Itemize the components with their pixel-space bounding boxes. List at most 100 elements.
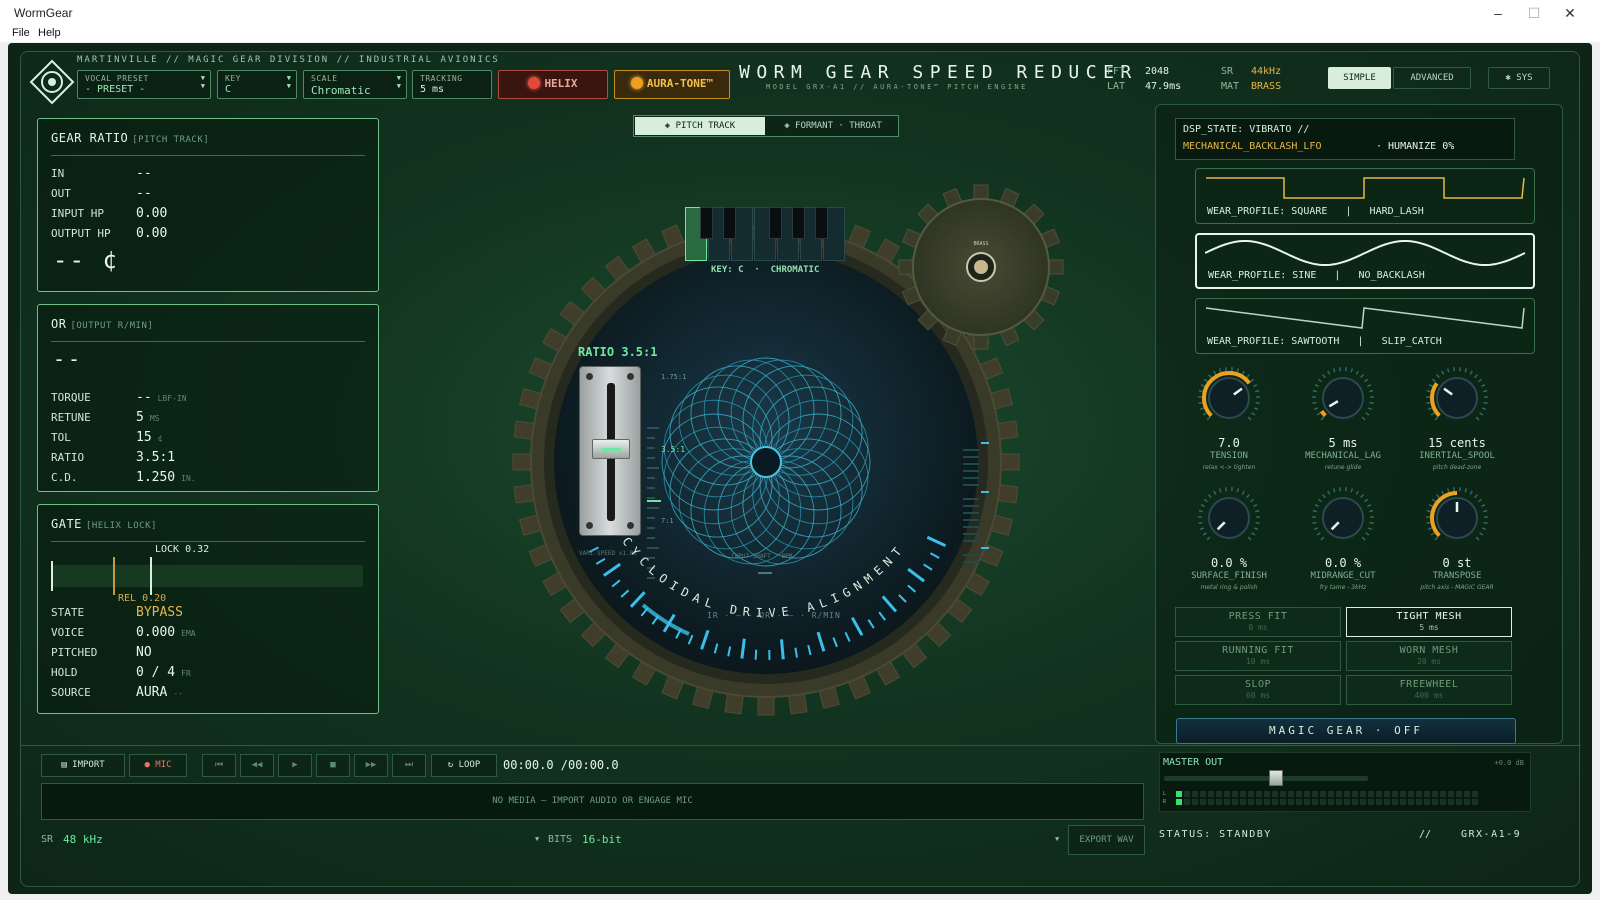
knob-tick (1255, 509, 1260, 513)
knob-tick (1483, 509, 1488, 513)
auratone-button[interactable]: AURA-TONE™ (614, 70, 730, 99)
helix-button[interactable]: HELIX (498, 70, 608, 99)
bits-select[interactable]: 16-bit (582, 833, 622, 846)
meter-segment (1464, 799, 1470, 805)
meter-segment (1304, 799, 1310, 805)
knob-tick (1469, 370, 1473, 375)
media-drop-area[interactable]: NO MEDIA — IMPORT AUDIO OR ENGAGE MIC (41, 783, 1144, 820)
magic-gear-button[interactable]: MAGIC GEAR · OFF (1176, 718, 1516, 744)
knob-surface-finish[interactable] (1194, 483, 1264, 553)
meter-segment (1344, 799, 1350, 805)
knob-tick (1427, 407, 1433, 411)
meter-segment (1272, 791, 1278, 797)
chevron-down-icon[interactable]: ▼ (535, 835, 539, 843)
or-big-readout: -- (53, 347, 84, 371)
play-button[interactable]: ▶ (278, 754, 312, 777)
gate-lock-marker[interactable] (150, 557, 152, 595)
key-select[interactable]: KEY C ▼ ▼ (217, 70, 297, 99)
knob-tick (1314, 504, 1319, 508)
tracking-value: 5 ms (420, 84, 445, 95)
knob-tick (1206, 536, 1211, 541)
knob-tick (1236, 488, 1240, 493)
vocal-preset-select[interactable]: VOCAL PRESET - PRESET - ▼ ▼ (77, 70, 211, 99)
meter-segment (1216, 791, 1222, 797)
knob-tick (1200, 384, 1205, 388)
rewind-button[interactable]: ◀◀ (240, 754, 274, 777)
gate-meter[interactable] (51, 557, 363, 595)
wear-profile-sawtooth[interactable]: WEAR_PROFILE: SAWTOOTH | SLIP_CATCH (1195, 298, 1535, 354)
knob-mechanical-lag[interactable] (1308, 363, 1378, 433)
menu-file[interactable]: File (12, 27, 30, 39)
knob-tick (1360, 374, 1364, 379)
center-tabs: ◈ PITCH TRACK ◈ FORMANT · THROAT (633, 115, 899, 137)
loop-button[interactable]: ↻ LOOP (431, 754, 497, 777)
knob-tick (1431, 498, 1436, 503)
mode-simple-button[interactable]: SIMPLE (1328, 67, 1391, 89)
kv-key: INPUT HP (51, 207, 104, 220)
knob-tick (1479, 412, 1484, 416)
meter-segment (1208, 791, 1214, 797)
meter-segment (1240, 799, 1246, 805)
wear-profile-square[interactable]: WEAR_PROFILE: SQUARE | HARD_LASH (1195, 168, 1535, 224)
fast-forward-button[interactable]: ▶▶ (354, 754, 388, 777)
chevron-down-icon[interactable]: ▼ (1055, 835, 1059, 843)
mic-button[interactable]: ● MIC (129, 754, 187, 777)
close-button[interactable]: ✕ (1552, 2, 1588, 24)
knob-transpose[interactable] (1422, 483, 1492, 553)
tracking-field[interactable]: TRACKING 5 ms (412, 70, 492, 99)
master-fader[interactable] (1164, 770, 1368, 786)
knob-tick (1426, 509, 1431, 513)
fit-press[interactable]: PRESS FIT 0 ms (1175, 607, 1341, 637)
knob-body (1208, 497, 1250, 539)
mode-advanced-button[interactable]: ADVANCED (1393, 67, 1471, 89)
stop-button[interactable]: ■ (316, 754, 350, 777)
knob-tick (1198, 521, 1203, 525)
fit-freewheel[interactable]: FREEWHEEL 400 ms (1346, 675, 1512, 705)
tab-pitch-track[interactable]: ◈ PITCH TRACK (635, 117, 765, 135)
knob-midrange-cut[interactable] (1308, 483, 1378, 553)
gate-rel-marker[interactable] (113, 557, 115, 595)
skip-end-button[interactable]: ⏭ (392, 754, 426, 777)
master-fader-thumb[interactable] (1269, 770, 1284, 786)
gear-ratio-panel: GEAR RATIO [PITCH TRACK] IN -- OUT -- INPUT… (37, 118, 379, 292)
scale-select[interactable]: SCALE Chromatic ▼ ▼ (303, 70, 407, 99)
menu-help[interactable]: Help (38, 27, 61, 39)
knob-tick (1350, 488, 1354, 493)
knob-tick (1327, 370, 1331, 375)
sr-select[interactable]: 48 kHz (63, 833, 103, 846)
knob-label: MECHANICAL_LAG (1305, 451, 1381, 461)
fit-tight-mesh[interactable]: TIGHT MESH 5 ms (1346, 607, 1512, 637)
time-readout: 00:00.0 /00:00.0 (503, 758, 619, 772)
knob-tick (1253, 504, 1258, 508)
knob-label: INERTIAL_SPOOL (1419, 451, 1495, 461)
kv-unit: IN. (181, 474, 196, 483)
meter-segment (1472, 799, 1478, 805)
knob-inertial-spool[interactable] (1422, 363, 1492, 433)
import-button[interactable]: ▤ IMPORT (41, 754, 125, 777)
fit-running[interactable]: RUNNING FIT 10 ms (1175, 641, 1341, 671)
fit-worn-mesh[interactable]: WORN MESH 20 ms (1346, 641, 1512, 671)
knob-tick (1236, 368, 1240, 373)
knob-sub: fry tame - 3kHz (1319, 584, 1367, 591)
maximize-button[interactable]: ☐ (1516, 2, 1552, 24)
sr-bottom-label: SR (41, 834, 54, 845)
meter-segment (1248, 791, 1254, 797)
knob-tick (1369, 401, 1374, 405)
meter-segment (1360, 791, 1366, 797)
meter-segment (1208, 799, 1214, 805)
skip-start-button[interactable]: ⏮ (202, 754, 236, 777)
knob-tension[interactable] (1194, 363, 1264, 433)
fit-time: 60 ms (1245, 691, 1271, 700)
knob-tick (1436, 374, 1440, 379)
wear-profile-sine[interactable]: WEAR_PROFILE: SINE | NO_BACKLASH (1195, 233, 1535, 289)
app-root: MARTINVILLE // MAGIC GEAR DIVISION // IN… (8, 43, 1592, 894)
export-wav-button[interactable]: EXPORT WAV (1068, 825, 1145, 855)
knob-tick (1481, 384, 1486, 388)
sys-button[interactable]: ✱ SYS (1488, 67, 1550, 89)
knob-tick (1464, 368, 1468, 373)
meter-segment (1176, 799, 1182, 805)
knob-tick (1246, 374, 1250, 379)
fit-slop[interactable]: SLOP 60 ms (1175, 675, 1341, 705)
tab-formant-throat[interactable]: ◈ FORMANT · THROAT (768, 117, 898, 135)
minimize-button[interactable]: – (1480, 2, 1516, 24)
